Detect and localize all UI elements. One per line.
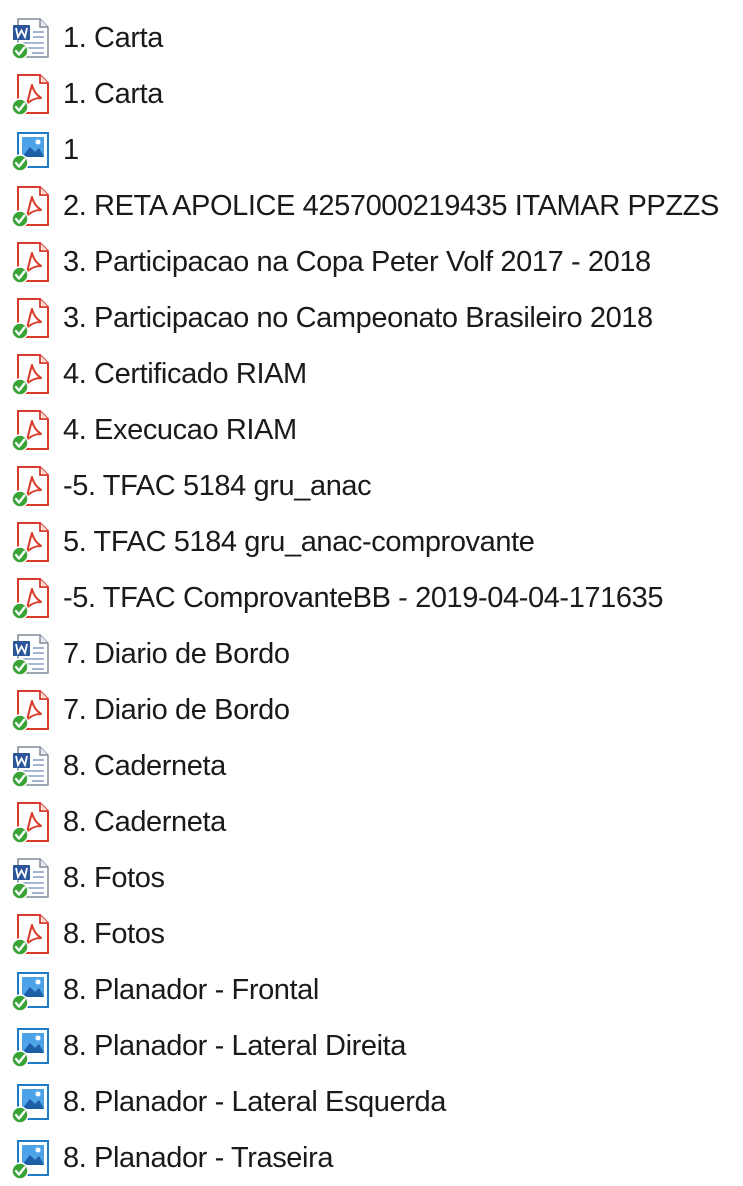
file-item[interactable]: 8. Planador - Lateral Direita xyxy=(10,1018,743,1074)
file-name: 3. Participacao no Campeonato Brasileiro… xyxy=(63,301,653,334)
file-item[interactable]: 4. Certificado RIAM xyxy=(10,346,743,402)
file-item[interactable]: 1. Carta xyxy=(10,10,743,66)
file-item[interactable]: 7. Diario de Bordo xyxy=(10,626,743,682)
file-name: 8. Fotos xyxy=(63,861,165,894)
file-name: 1 xyxy=(63,133,79,166)
pdf-document-icon xyxy=(10,352,52,396)
file-item[interactable]: 8. Planador - Frontal xyxy=(10,962,743,1018)
file-name: 1. Carta xyxy=(63,21,163,54)
file-name: 2. RETA APOLICE 4257000219435 ITAMAR PPZ… xyxy=(63,189,719,222)
pdf-document-icon xyxy=(10,408,52,452)
pdf-document-icon xyxy=(10,800,52,844)
file-item[interactable]: 1. Carta xyxy=(10,66,743,122)
image-file-icon xyxy=(10,1024,52,1068)
file-name: 8. Planador - Lateral Direita xyxy=(63,1029,407,1062)
word-document-icon xyxy=(10,16,52,60)
word-document-icon xyxy=(10,856,52,900)
file-item[interactable]: 3. Participacao no Campeonato Brasileiro… xyxy=(10,290,743,346)
image-file-icon xyxy=(10,1080,52,1124)
file-item[interactable]: 4. Execucao RIAM xyxy=(10,402,743,458)
pdf-document-icon xyxy=(10,912,52,956)
word-document-icon xyxy=(10,744,52,788)
file-name: 1. Carta xyxy=(63,77,163,110)
file-item[interactable]: 8. Caderneta xyxy=(10,738,743,794)
file-list: 1. Carta 1. Carta 1 2. RETA APOLICE 4257… xyxy=(10,10,743,1186)
file-name: -5. TFAC ComprovanteBB - 2019-04-04-1716… xyxy=(63,581,664,614)
file-name: 8. Planador - Lateral Esquerda xyxy=(63,1085,446,1118)
word-document-icon xyxy=(10,632,52,676)
file-item[interactable]: 8. Caderneta xyxy=(10,794,743,850)
file-name: 8. Caderneta xyxy=(63,805,226,838)
pdf-document-icon xyxy=(10,240,52,284)
file-name: 4. Execucao RIAM xyxy=(63,413,297,446)
pdf-document-icon xyxy=(10,184,52,228)
file-name: 8. Caderneta xyxy=(63,749,226,782)
file-item[interactable]: 7. Diario de Bordo xyxy=(10,682,743,738)
file-item[interactable]: 8. Planador - Lateral Esquerda xyxy=(10,1074,743,1130)
pdf-document-icon xyxy=(10,464,52,508)
image-file-icon xyxy=(10,968,52,1012)
file-item[interactable]: 8. Fotos xyxy=(10,850,743,906)
file-item[interactable]: -5. TFAC ComprovanteBB - 2019-04-04-1716… xyxy=(10,570,743,626)
file-item[interactable]: 3. Participacao na Copa Peter Volf 2017 … xyxy=(10,234,743,290)
file-name: 4. Certificado RIAM xyxy=(63,357,307,390)
file-name: 8. Fotos xyxy=(63,917,165,950)
pdf-document-icon xyxy=(10,520,52,564)
file-name: 7. Diario de Bordo xyxy=(63,693,290,726)
pdf-document-icon xyxy=(10,688,52,732)
file-item[interactable]: 1 xyxy=(10,122,743,178)
file-item[interactable]: 8. Planador - Traseira xyxy=(10,1130,743,1186)
file-item[interactable]: 2. RETA APOLICE 4257000219435 ITAMAR PPZ… xyxy=(10,178,743,234)
file-name: 5. TFAC 5184 gru_anac-comprovante xyxy=(63,525,535,558)
file-name: 8. Planador - Frontal xyxy=(63,973,319,1006)
file-name: -5. TFAC 5184 gru_anac xyxy=(63,469,372,502)
file-item[interactable]: 5. TFAC 5184 gru_anac-comprovante xyxy=(10,514,743,570)
image-file-icon xyxy=(10,128,52,172)
pdf-document-icon xyxy=(10,296,52,340)
file-name: 3. Participacao na Copa Peter Volf 2017 … xyxy=(63,245,651,278)
file-name: 8. Planador - Traseira xyxy=(63,1141,334,1174)
image-file-icon xyxy=(10,1136,52,1180)
file-item[interactable]: 8. Fotos xyxy=(10,906,743,962)
file-name: 7. Diario de Bordo xyxy=(63,637,290,670)
pdf-document-icon xyxy=(10,72,52,116)
pdf-document-icon xyxy=(10,576,52,620)
file-item[interactable]: -5. TFAC 5184 gru_anac xyxy=(10,458,743,514)
